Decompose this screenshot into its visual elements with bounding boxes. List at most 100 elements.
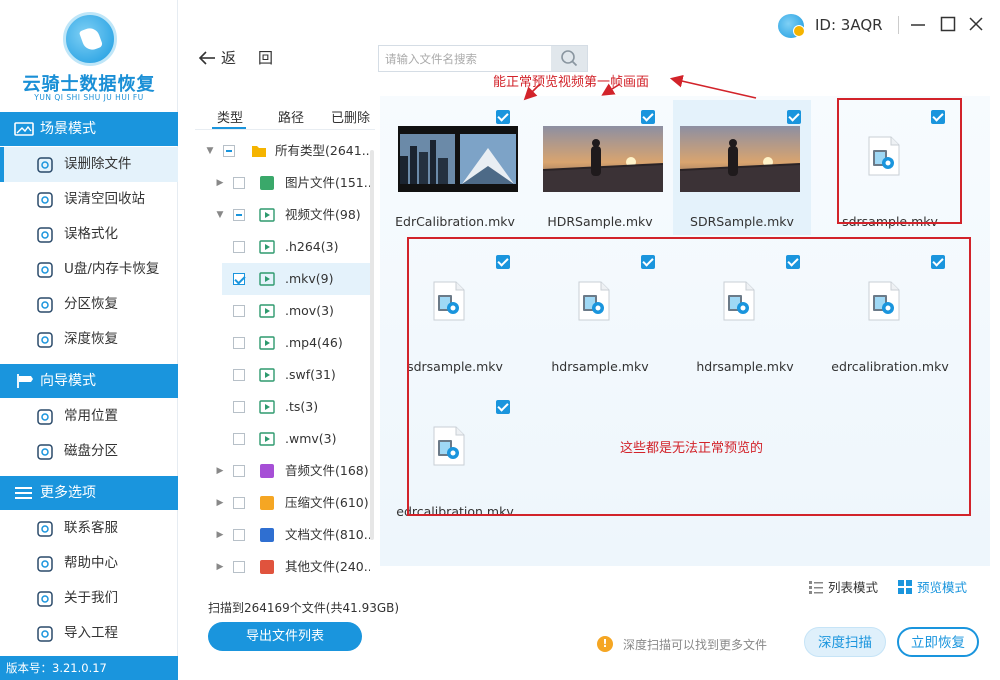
tree-row-label: .mkv(9) xyxy=(285,271,334,286)
tree-checkbox[interactable] xyxy=(233,337,245,349)
disk-icon xyxy=(37,444,53,460)
tree-row[interactable]: ▼ 视频文件(98) xyxy=(195,199,370,231)
sidebar-item-0-0[interactable]: 误删除文件 xyxy=(0,147,178,182)
deep-scan-button[interactable]: 深度扫描 xyxy=(804,627,886,657)
caret-right-icon[interactable]: ▶ xyxy=(215,487,225,519)
tree-scrollbar[interactable] xyxy=(370,150,374,540)
tree-checkbox[interactable] xyxy=(233,305,245,317)
search-icon xyxy=(561,50,578,67)
tree-checkbox[interactable] xyxy=(233,273,245,285)
video-icon xyxy=(259,336,275,350)
deep-scan-tip: 深度扫描可以找到更多文件 xyxy=(623,638,768,652)
sidebar-item-label: 深度恢复 xyxy=(64,331,118,347)
caret-right-icon[interactable]: ▶ xyxy=(215,167,225,199)
scan-status: 扫描到264169个文件(共41.93GB) xyxy=(208,601,400,615)
preview-mode-toggle[interactable]: 预览模式 xyxy=(897,577,967,596)
info-icon xyxy=(37,591,53,607)
tree-row-label: 其他文件(240... xyxy=(285,559,370,574)
tree-row-label: 音频文件(168) xyxy=(285,463,369,478)
sidebar-item-label: 常用位置 xyxy=(64,408,118,424)
file-name: EdrCalibration.mkv xyxy=(395,214,515,229)
tree-row[interactable]: .h264(3) xyxy=(222,231,370,263)
list-mode-toggle[interactable]: 列表模式 xyxy=(808,577,878,596)
caret-down-icon[interactable]: ▼ xyxy=(215,199,225,231)
caret-right-icon[interactable]: ▶ xyxy=(215,519,225,551)
tree-checkbox[interactable] xyxy=(233,433,245,445)
minimize-icon[interactable] xyxy=(909,14,927,34)
tree-row[interactable]: .mp4(46) xyxy=(222,327,370,359)
tree-checkbox[interactable] xyxy=(233,465,245,477)
file-card[interactable]: SDRSample.mkv xyxy=(673,100,811,235)
tree-checkbox[interactable] xyxy=(233,497,245,509)
caret-down-icon[interactable]: ▼ xyxy=(205,135,215,167)
deep-recovery-icon xyxy=(37,332,53,348)
close-icon[interactable] xyxy=(967,14,985,34)
video-icon xyxy=(259,272,275,286)
file-checkbox[interactable] xyxy=(496,110,510,124)
tab-deleted[interactable]: 已删除 xyxy=(331,107,370,126)
file-checkbox[interactable] xyxy=(641,110,655,124)
sidebar-item-2-3[interactable]: 导入工程 xyxy=(0,616,178,651)
sidebar-item-1-1[interactable]: 磁盘分区 xyxy=(0,434,178,469)
sidebar-item-0-5[interactable]: 深度恢复 xyxy=(0,322,178,357)
tree-checkbox[interactable] xyxy=(233,209,245,221)
sidebar-item-0-1[interactable]: 误清空回收站 xyxy=(0,182,178,217)
tree-row[interactable]: ▶ 文档文件(810... xyxy=(195,519,370,551)
sidebar-item-0-2[interactable]: 误格式化 xyxy=(0,217,178,252)
usb-icon xyxy=(37,262,53,278)
maximize-icon[interactable] xyxy=(939,14,957,34)
sidebar-item-0-4[interactable]: 分区恢复 xyxy=(0,287,178,322)
tree-checkbox[interactable] xyxy=(233,177,245,189)
tree-row[interactable]: .mkv(9) xyxy=(222,263,370,295)
video-thumbnail xyxy=(398,126,518,192)
sidebar-item-2-2[interactable]: 关于我们 xyxy=(0,581,178,616)
format-icon xyxy=(37,227,53,243)
grid-icon xyxy=(898,580,912,594)
tree-row-label: .ts(3) xyxy=(285,399,319,414)
tree-row[interactable]: ▶ 图片文件(151... xyxy=(195,167,370,199)
tree-row-label: .mov(3) xyxy=(285,303,334,318)
back-button[interactable]: 返 xyxy=(198,47,242,69)
refresh-button[interactable]: 回 xyxy=(258,47,273,68)
tree-row[interactable]: ▼ 所有类型(2641... xyxy=(195,135,370,167)
sidebar-item-2-1[interactable]: 帮助中心 xyxy=(0,546,178,581)
tree-row[interactable]: ▶ 压缩文件(610) xyxy=(195,487,370,519)
caret-right-icon[interactable]: ▶ xyxy=(215,455,225,487)
file-checkbox[interactable] xyxy=(787,110,801,124)
sidebar-item-0-3[interactable]: U盘/内存卡恢复 xyxy=(0,252,178,287)
image-icon xyxy=(260,176,274,190)
tree-checkbox[interactable] xyxy=(233,241,245,253)
search-input[interactable] xyxy=(379,46,551,71)
tree-row[interactable]: ▶ 其他文件(240... xyxy=(195,551,370,583)
tree-checkbox[interactable] xyxy=(233,561,245,573)
tree-row[interactable]: .mov(3) xyxy=(222,295,370,327)
version-label: 版本号：3.21.0.17 xyxy=(0,656,178,680)
tree-checkbox[interactable] xyxy=(233,401,245,413)
file-card[interactable]: HDRSample.mkv xyxy=(525,100,665,235)
file-card[interactable]: EdrCalibration.mkv xyxy=(380,100,520,235)
sidebar-item-2-0[interactable]: 联系客服 xyxy=(0,511,178,546)
tab-type[interactable]: 类型 xyxy=(217,107,243,126)
search-button[interactable] xyxy=(551,46,587,71)
user-info[interactable]: ID: 3AQR xyxy=(778,12,888,40)
sidebar-item-1-0[interactable]: 常用位置 xyxy=(0,399,178,434)
export-list-button[interactable]: 导出文件列表 xyxy=(208,622,362,651)
caret-right-icon[interactable]: ▶ xyxy=(215,551,225,583)
search-box[interactable] xyxy=(378,45,588,72)
audio-icon xyxy=(260,464,274,478)
tree-row[interactable]: .wmv(3) xyxy=(222,423,370,455)
tree-row[interactable]: .swf(31) xyxy=(222,359,370,391)
sidebar-section-label: 场景模式 xyxy=(40,121,96,137)
header-divider xyxy=(898,16,899,34)
tree-row[interactable]: .ts(3) xyxy=(222,391,370,423)
recover-now-button[interactable]: 立即恢复 xyxy=(897,627,979,657)
user-id: ID: 3AQR xyxy=(815,16,883,34)
sidebar-item-label: 帮助中心 xyxy=(64,555,118,571)
tree-checkbox[interactable] xyxy=(233,369,245,381)
tree-checkbox[interactable] xyxy=(223,145,235,157)
tab-path[interactable]: 路径 xyxy=(278,107,304,126)
tree-checkbox[interactable] xyxy=(233,529,245,541)
sidebar-item-label: 联系客服 xyxy=(64,520,118,536)
tree-row-label: .h264(3) xyxy=(285,239,339,254)
tree-row[interactable]: ▶ 音频文件(168) xyxy=(195,455,370,487)
